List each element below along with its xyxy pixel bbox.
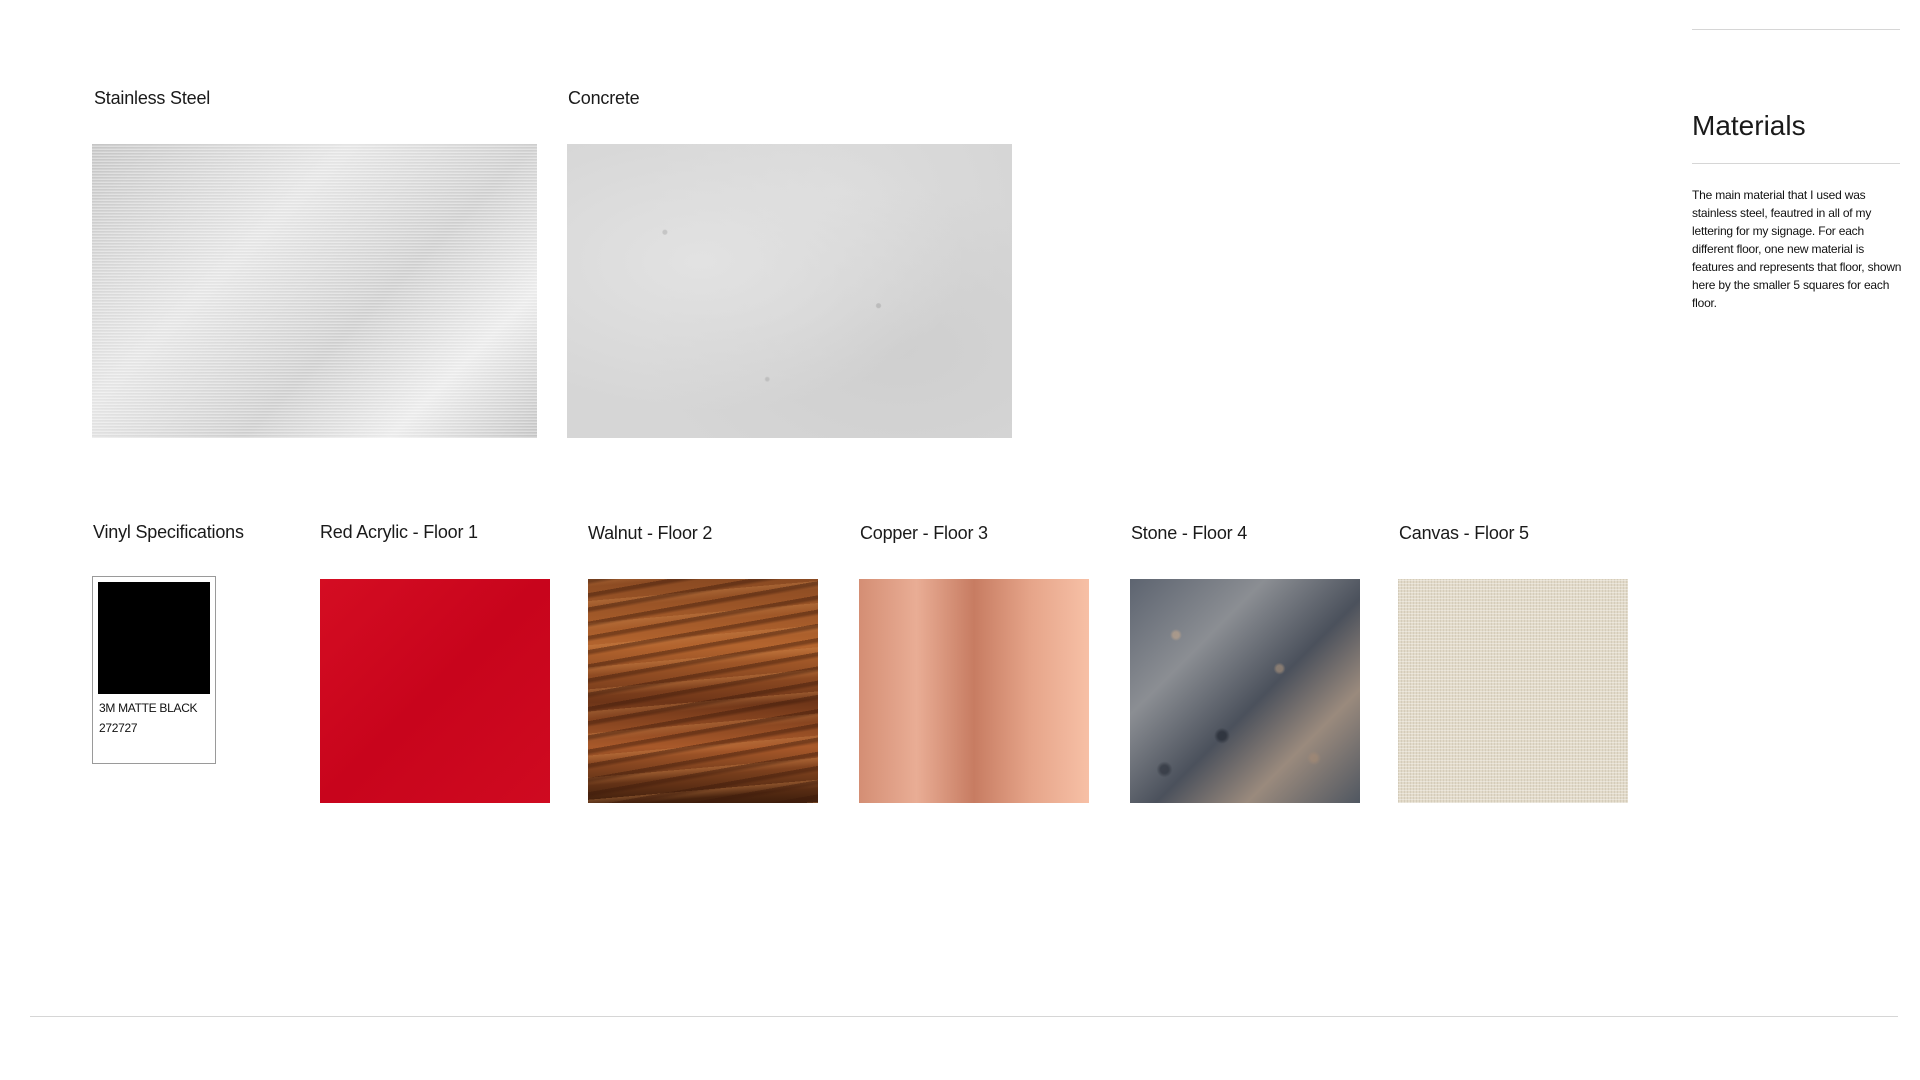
red-acrylic-swatch <box>320 579 550 803</box>
canvas-swatch <box>1398 579 1628 803</box>
sidebar-title: Materials <box>1692 110 1806 141</box>
vinyl-code: 272727 <box>99 721 138 735</box>
red-acrylic-label: Red Acrylic - Floor 1 <box>320 522 478 542</box>
vinyl-spec-card: 3M MATTE BLACK 272727 <box>92 576 216 764</box>
sidebar-top-rule <box>1692 29 1900 30</box>
canvas-label: Canvas - Floor 5 <box>1399 523 1529 543</box>
walnut-label: Walnut - Floor 2 <box>588 523 713 543</box>
stone-swatch <box>1130 579 1360 803</box>
vinyl-specifications-label: Vinyl Specifications <box>93 522 244 542</box>
stone-label: Stone - Floor 4 <box>1131 523 1248 543</box>
stainless-steel-swatch <box>92 144 537 438</box>
sidebar-title-rule <box>1692 163 1900 164</box>
copper-label: Copper - Floor 3 <box>860 523 988 543</box>
stainless-steel-label: Stainless Steel <box>94 88 211 108</box>
concrete-swatch <box>567 144 1012 438</box>
bottom-rule <box>30 1016 1898 1017</box>
copper-swatch <box>859 579 1089 803</box>
vinyl-color-chip <box>98 582 210 694</box>
concrete-label: Concrete <box>568 88 640 108</box>
sidebar-description: The main material that I used was stainl… <box>1692 188 1902 310</box>
vinyl-name: 3M MATTE BLACK <box>99 701 198 715</box>
walnut-swatch <box>588 579 818 803</box>
